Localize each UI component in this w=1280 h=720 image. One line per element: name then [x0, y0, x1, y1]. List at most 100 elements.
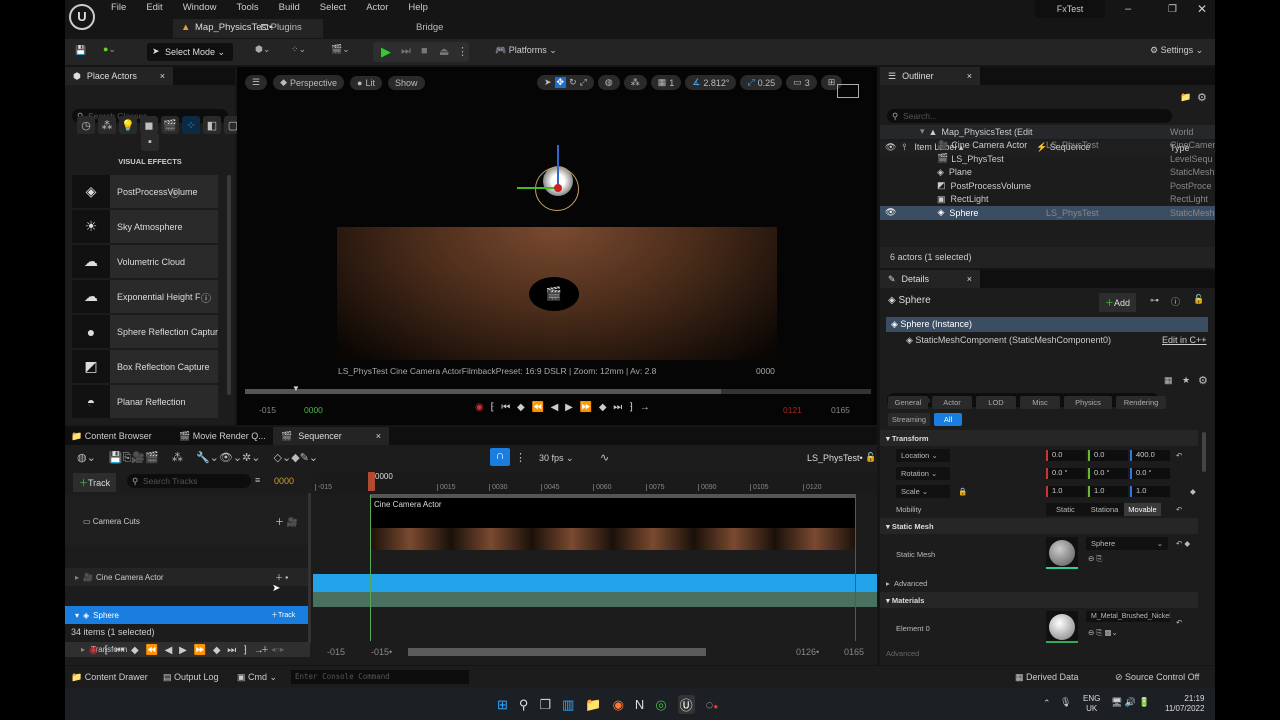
recent-icon[interactable]: ◷ — [77, 116, 95, 134]
help-icon[interactable]: ⓘ — [170, 185, 180, 200]
tab-plugins[interactable]: ⊏ Plugins — [260, 22, 302, 33]
filter-misc[interactable]: Misc — [1020, 396, 1060, 409]
source-control-button[interactable]: ⊘ Source Control Off — [1115, 672, 1199, 683]
lock-icon[interactable]: 🔓 — [1193, 294, 1204, 305]
blueprint-icon[interactable]: ⁘⌄ — [291, 44, 306, 55]
cmd-dropdown[interactable]: ▣ Cmd ⌄ — [237, 672, 277, 683]
outliner-row[interactable]: ◩ PostProcessVolume PostProce — [880, 179, 1215, 193]
add-icon[interactable]: ＋ 🎥 — [275, 515, 298, 528]
viewport-layout-icon[interactable] — [837, 84, 859, 98]
actor-item[interactable]: ☁ Volumetric Cloud — [72, 245, 218, 278]
viewport-timeline[interactable] — [245, 389, 871, 394]
all-classes-icon[interactable]: ▪ — [141, 133, 159, 151]
notion-icon[interactable]: N — [635, 697, 644, 712]
filter-actor[interactable]: Actor — [932, 396, 972, 409]
wrench-icon[interactable]: 🔧⌄ — [196, 452, 219, 464]
microphone-icon[interactable]: 🎙 — [1060, 697, 1071, 708]
close-icon[interactable]: × — [160, 71, 165, 81]
add-component-button[interactable]: ＋Add — [1099, 293, 1137, 312]
output-log-button[interactable]: ▤ Output Log — [163, 672, 219, 683]
close-icon[interactable]: × — [967, 71, 972, 81]
tab-movie-render-queue[interactable]: 🎬 Movie Render Q... — [179, 431, 266, 442]
widgets-icon[interactable]: ▥ — [562, 697, 574, 713]
reset-icon[interactable]: ↶ — [1176, 451, 1182, 460]
world-icon[interactable]: ◍⌄ — [77, 452, 96, 464]
surface-snap-button[interactable]: ⁂ — [623, 75, 647, 90]
transform-section[interactable]: ▾ Transform — [880, 430, 1198, 446]
eject-button[interactable]: ⏏ — [439, 45, 449, 58]
windows-start-icon[interactable]: ⊞ — [497, 697, 508, 713]
tab-place-actors[interactable]: ⬢ Place Actors × — [65, 67, 173, 85]
add-track-button[interactable]: ＋Track — [73, 473, 117, 492]
filter-icon[interactable]: ≡ — [255, 475, 260, 485]
material-dropdown[interactable]: M_Metal_Brushed_Nickel — [1086, 611, 1170, 622]
tab-content-browser[interactable]: 📁 Content Browser — [71, 431, 152, 442]
minimize-button[interactable]: – — [1125, 3, 1131, 15]
static-mesh-section[interactable]: ▾ Static Mesh — [880, 518, 1198, 534]
menu-select[interactable]: Select — [320, 2, 346, 13]
location-y[interactable]: 0.0 — [1088, 449, 1128, 461]
geometry-icon[interactable]: ◧ — [203, 116, 221, 134]
lit-button[interactable]: ● Lit — [350, 75, 382, 90]
cinematic-icon[interactable]: 🎬 — [161, 116, 179, 134]
filter-physics[interactable]: Physics — [1064, 396, 1112, 409]
reset-icon[interactable]: ↶ — [1176, 505, 1182, 514]
shapes-icon[interactable]: ◼ — [140, 116, 158, 134]
network-icon[interactable]: 🖥 🔊 🔋 — [1111, 697, 1150, 708]
skip-button[interactable]: ⏭ — [401, 45, 411, 58]
outliner-row[interactable]: ◈ Plane StaticMesh — [880, 166, 1215, 180]
menu-window[interactable]: Window — [183, 2, 217, 13]
app-with-notification-icon[interactable]: ◌● — [706, 697, 719, 712]
derived-data-button[interactable]: ▦ Derived Data — [1015, 672, 1079, 683]
scrollbar[interactable] — [1202, 432, 1206, 472]
location-dropdown[interactable]: Location ⌄ — [896, 448, 950, 462]
content-drawer-button[interactable]: 📁 Content Drawer — [71, 672, 148, 683]
play-button[interactable]: ▶ — [381, 44, 391, 60]
select-tool-icon[interactable]: ➤ — [544, 77, 552, 88]
playhead-marker[interactable]: ▼ — [292, 384, 300, 393]
perspective-button[interactable]: ◆ Perspective — [273, 75, 345, 90]
actor-item[interactable]: ● Sphere Reflection Captur — [72, 315, 218, 348]
filter-general[interactable]: General — [888, 396, 928, 409]
location-z[interactable]: 400.0 — [1130, 449, 1170, 461]
close-icon[interactable]: × — [967, 274, 972, 284]
scale-x[interactable]: 1.0 — [1046, 485, 1086, 497]
edit-cpp-link[interactable]: Edit in C++ — [1162, 335, 1207, 345]
expand-arrow-icon[interactable]: ▸ — [75, 573, 79, 582]
viewport-playback-controls[interactable]: ◉ ⁅ ⏮ ◆ ⏪ ◀ ▶ ⏩ ◆ ⏭ ⁆ → — [475, 402, 652, 413]
filter-lod[interactable]: LOD — [976, 396, 1016, 409]
help-icon[interactable]: ⓘ — [1171, 295, 1180, 308]
splitter[interactable] — [308, 493, 311, 643]
angle-snap-button[interactable]: ∡ 2.812° — [685, 75, 737, 90]
fps-dropdown[interactable]: 30 fps ⌄ — [539, 453, 574, 464]
scale-snap-button[interactable]: ⤢ 0.25 — [740, 75, 783, 90]
record-icon[interactable]: ◉ — [475, 402, 486, 413]
actor-item[interactable]: ◈ PostProcessVolume — [72, 175, 218, 208]
mobility-static[interactable]: Static — [1046, 503, 1085, 516]
stop-button[interactable]: ■ — [421, 45, 428, 57]
source-control-icon[interactable]: ●⌄ — [103, 44, 116, 55]
keyframe-icon[interactable]: ◆ — [291, 452, 299, 464]
language-indicator[interactable]: ENG UK — [1083, 694, 1100, 714]
actor-item[interactable]: ◩ Box Reflection Capture — [72, 350, 218, 383]
platforms-button[interactable]: 🎮 Platforms ⌄ — [495, 45, 557, 56]
camera-speed-button[interactable]: ▭ 3 — [786, 75, 817, 90]
rotation-dropdown[interactable]: Rotation ⌄ — [896, 466, 950, 480]
browse-icon[interactable]: ⊖ ⎘ — [1088, 554, 1102, 564]
table-view-icon[interactable]: ▦ — [1164, 375, 1173, 386]
z-axis-arrow[interactable] — [557, 145, 559, 189]
file-explorer-icon[interactable]: 📁 — [585, 697, 601, 713]
close-button[interactable]: ✕ — [1197, 2, 1207, 16]
select-mode-dropdown[interactable]: ➤ Select Mode ⌄ — [147, 43, 233, 61]
menu-build[interactable]: Build — [279, 2, 300, 13]
tab-details[interactable]: ✎ Details × — [880, 270, 980, 288]
outliner-row-selected[interactable]: 👁 ◈ Sphere LS_PhysTest StaticMesh — [880, 206, 1215, 220]
scale-tool-icon[interactable]: ⤢ — [580, 77, 587, 88]
filter-all[interactable]: All — [934, 413, 962, 426]
scrollbar[interactable] — [227, 175, 231, 395]
menu-actor[interactable]: Actor — [366, 2, 388, 13]
lights-icon[interactable]: 💡 — [119, 116, 137, 134]
outliner-row[interactable]: 🎬 LS_PhysTest LevelSequ — [880, 152, 1215, 166]
add-folder-icon[interactable]: 📁 — [1180, 92, 1191, 103]
sphere-thumbnail[interactable] — [1046, 537, 1078, 569]
